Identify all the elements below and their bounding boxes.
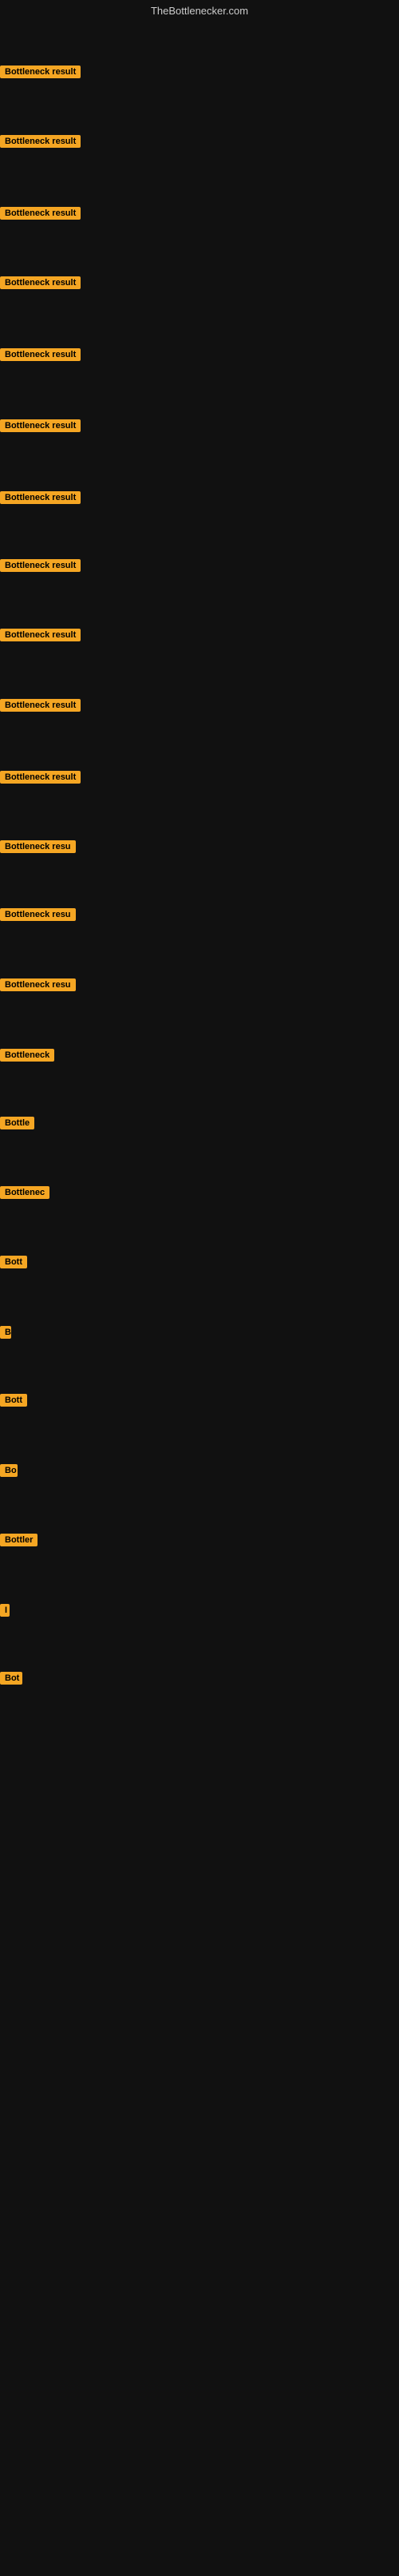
bottleneck-badge: Bottleneck result <box>0 276 81 289</box>
bottleneck-badge: Bottlenec <box>0 1186 49 1199</box>
bottleneck-badge: Bottler <box>0 1534 38 1546</box>
bottleneck-badge-row: B <box>0 1326 11 1343</box>
bottleneck-badge: Bottleneck <box>0 1049 54 1062</box>
bottleneck-badge-row: Bottlenec <box>0 1186 49 1203</box>
bottleneck-badge: Bottleneck result <box>0 65 81 78</box>
bottleneck-badge: Bottleneck result <box>0 348 81 361</box>
bottleneck-badge: B <box>0 1326 11 1339</box>
bottleneck-badge: Bottleneck result <box>0 207 81 220</box>
bottleneck-badge-row: Bottleneck <box>0 1049 54 1066</box>
bottleneck-badge-row: Bottleneck result <box>0 771 81 788</box>
bottleneck-badge-row: Bot <box>0 1672 22 1689</box>
bottleneck-badge-row: Bottleneck result <box>0 135 81 152</box>
bottleneck-badge-row: I <box>0 1604 10 1621</box>
bottleneck-badge: Bottleneck result <box>0 699 81 712</box>
bottleneck-badge-row: Bottleneck resu <box>0 978 76 995</box>
bottleneck-badge: Bottleneck result <box>0 559 81 572</box>
bottleneck-badge: I <box>0 1604 10 1617</box>
bottleneck-badge-row: Bottleneck result <box>0 699 81 716</box>
bottleneck-badge-row: Bottleneck result <box>0 559 81 576</box>
site-title: TheBottlenecker.com <box>0 0 399 20</box>
bottleneck-badge: Bo <box>0 1464 18 1477</box>
bottleneck-badge: Bottleneck result <box>0 135 81 148</box>
bottleneck-badge-row: Bottleneck result <box>0 629 81 645</box>
bottleneck-badge: Bott <box>0 1394 27 1407</box>
bottleneck-badge-row: Bottleneck result <box>0 491 81 508</box>
bottleneck-badge-row: Bottleneck result <box>0 419 81 436</box>
bottleneck-badge: Bottleneck result <box>0 491 81 504</box>
bottleneck-badge: Bottleneck resu <box>0 978 76 991</box>
bottleneck-badge: Bottleneck result <box>0 771 81 784</box>
bottleneck-badge-row: Bottle <box>0 1117 34 1133</box>
bottleneck-badge-row: Bottleneck result <box>0 348 81 365</box>
bottleneck-badge-row: Bottleneck result <box>0 207 81 224</box>
bottleneck-badge: Bottleneck result <box>0 629 81 641</box>
bottleneck-badge-row: Bottleneck result <box>0 65 81 82</box>
bottleneck-badge-row: Bott <box>0 1394 27 1411</box>
bottleneck-badge-row: Bottleneck result <box>0 276 81 293</box>
bottleneck-badge: Bott <box>0 1256 27 1268</box>
bottleneck-badge-row: Bottleneck resu <box>0 840 76 857</box>
bottleneck-badge-row: Bott <box>0 1256 27 1272</box>
bottleneck-badge: Bottleneck resu <box>0 840 76 853</box>
bottleneck-badge-row: Bottler <box>0 1534 38 1550</box>
bottleneck-badge-row: Bo <box>0 1464 18 1481</box>
bottleneck-badge: Bot <box>0 1672 22 1685</box>
bottleneck-badge: Bottle <box>0 1117 34 1129</box>
bottleneck-badge: Bottleneck result <box>0 419 81 432</box>
bottleneck-badge: Bottleneck resu <box>0 908 76 921</box>
bottleneck-badge-row: Bottleneck resu <box>0 908 76 925</box>
